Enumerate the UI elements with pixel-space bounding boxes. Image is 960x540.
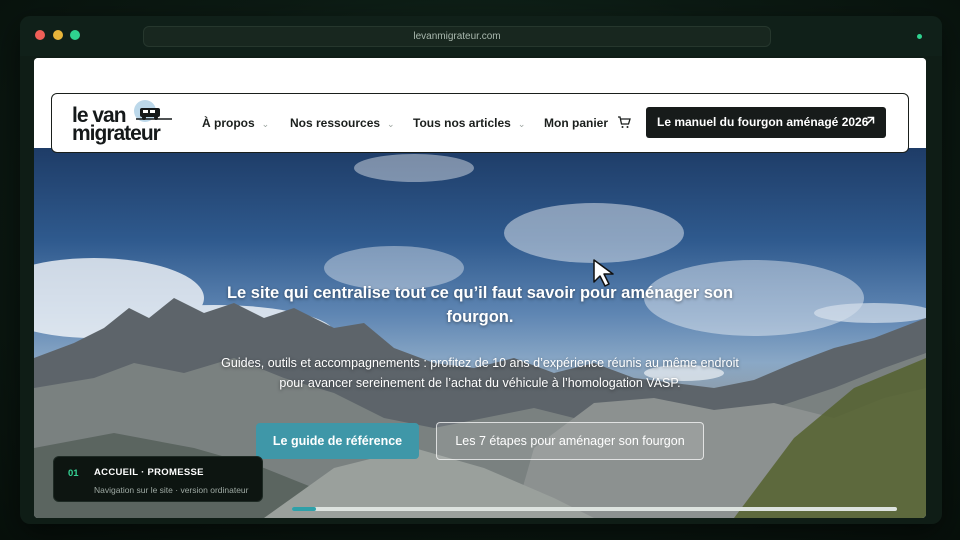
browser-titlebar: levanmigrateur.com	[20, 16, 942, 56]
cta-label: Le manuel du fourgon aménagé 2026	[657, 115, 869, 129]
chevron-down-icon: ⌄	[517, 119, 526, 129]
hero-subtitle: Guides, outils et accompagnements : prof…	[221, 356, 739, 390]
van-icon	[136, 108, 172, 120]
manual-cta-button[interactable]: Le manuel du fourgon aménagé 2026	[646, 107, 886, 138]
progress-fill	[292, 507, 317, 511]
step-number: 01	[68, 468, 79, 479]
nav-item-label: À propos	[202, 116, 255, 130]
hero-title: Le site qui centralise tout ce qu’il fau…	[226, 284, 734, 326]
site-logo[interactable]: le van migrateur	[72, 100, 176, 146]
minimize-window-button[interactable]	[53, 30, 63, 40]
guide-reference-button[interactable]: Le guide de référence	[256, 423, 419, 459]
nav-item-tous-nos-articles[interactable]: Tous nos articles ⌄	[413, 116, 525, 130]
seven-steps-button[interactable]: Les 7 étapes pour aménager son fourgon	[436, 422, 704, 460]
nav-item-nos-ressources[interactable]: Nos ressources ⌄	[290, 116, 395, 130]
chevron-down-icon: ⌄	[261, 119, 270, 129]
mouse-cursor-icon	[593, 259, 614, 287]
step-title: ACCUEIL · PROMESSE	[94, 467, 204, 478]
cart-icon	[618, 116, 632, 128]
nav-item-a-propos[interactable]: À propos ⌄	[202, 116, 269, 130]
address-bar[interactable]: levanmigrateur.com	[143, 26, 771, 47]
close-window-button[interactable]	[35, 30, 45, 40]
nav-item-label: Tous nos articles	[413, 116, 511, 130]
progress-bar	[292, 507, 897, 511]
nav-item-label: Mon panier	[544, 116, 609, 130]
step-description: Navigation sur le site · version ordinat…	[94, 485, 249, 495]
logo-line-2: migrateur	[72, 122, 161, 145]
status-indicator-icon	[917, 34, 922, 39]
page-viewport: Le site qui centralise tout ce qu’il fau…	[34, 58, 926, 518]
nav-item-mon-panier[interactable]: Mon panier	[544, 116, 632, 130]
maximize-window-button[interactable]	[70, 30, 80, 40]
chevron-down-icon: ⌄	[387, 119, 395, 129]
site-navbar: le van migrateur À propos ⌄ Nos ressource…	[51, 93, 909, 153]
arrow-up-right-icon	[864, 116, 875, 127]
nav-item-label: Nos ressources	[290, 116, 381, 130]
step-indicator-card: 01 ACCUEIL · PROMESSE Navigation sur le …	[53, 456, 263, 502]
browser-window: levanmigrateur.com Le site qui centralis…	[20, 16, 942, 524]
